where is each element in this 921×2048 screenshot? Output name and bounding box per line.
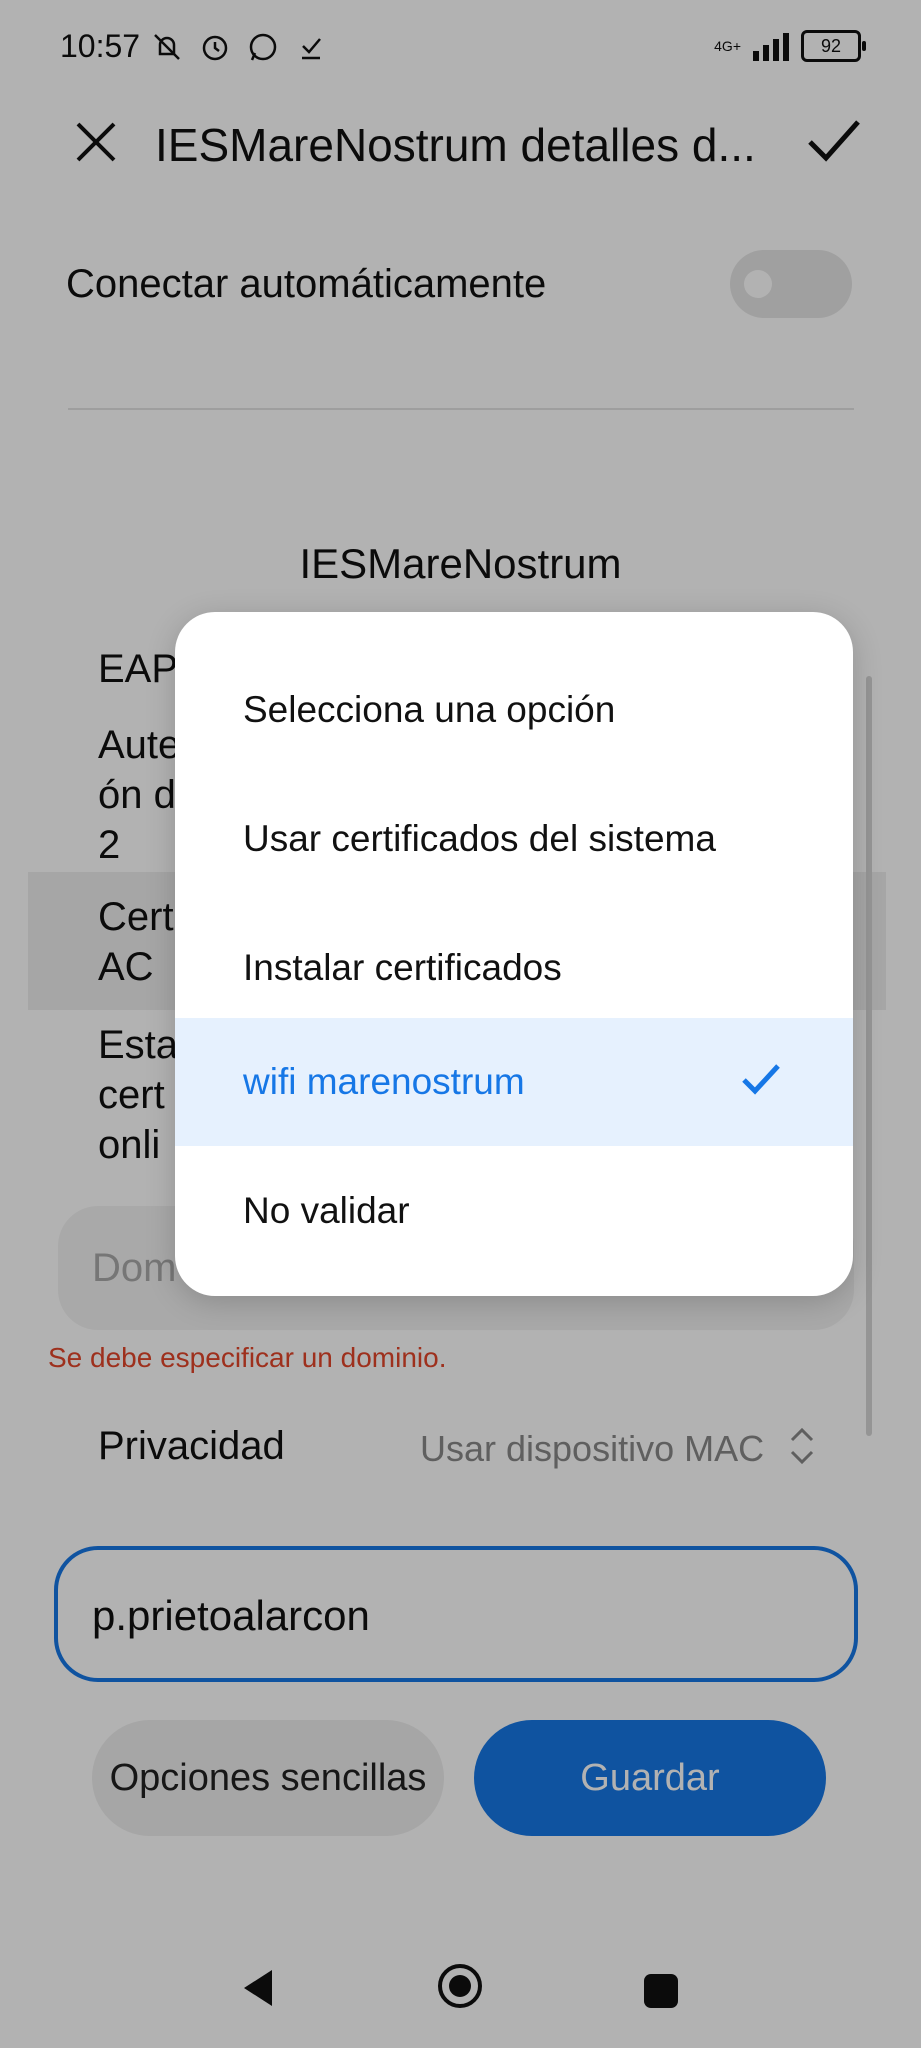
option-label: Selecciona una opción	[243, 689, 616, 730]
option-label: Instalar certificados	[243, 947, 562, 988]
option-select-one[interactable]: Selecciona una opción	[175, 646, 853, 774]
option-label: wifi marenostrum	[243, 1061, 525, 1102]
option-label: Usar certificados del sistema	[243, 818, 716, 859]
option-wifi-marenostrum[interactable]: wifi marenostrum	[175, 1018, 853, 1146]
check-icon	[741, 1058, 781, 1098]
option-label: No validar	[243, 1190, 410, 1231]
ca-cert-dialog: Selecciona una opción Usar certificados …	[175, 612, 853, 1296]
option-install-certs[interactable]: Instalar certificados	[175, 904, 853, 1032]
option-system-certs[interactable]: Usar certificados del sistema	[175, 775, 853, 903]
option-no-validate[interactable]: No validar	[175, 1147, 853, 1275]
